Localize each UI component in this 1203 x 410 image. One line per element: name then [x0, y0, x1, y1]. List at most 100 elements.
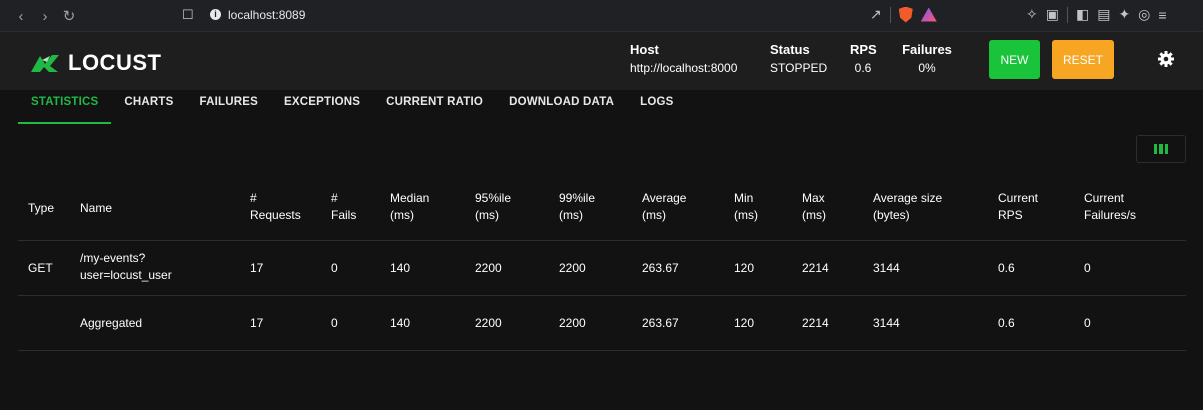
- header-min[interactable]: Min (ms): [734, 190, 758, 224]
- tab-download-data[interactable]: DOWNLOAD DATA: [496, 90, 627, 124]
- tab-charts[interactable]: CHARTS: [111, 90, 186, 124]
- cell-requests: 17: [250, 261, 264, 275]
- header-average[interactable]: Average (ms): [642, 190, 686, 224]
- tab-statistics[interactable]: STATISTICS: [18, 90, 112, 124]
- table-row-aggregated: Aggregated 17 0 140 2200 2200 263.67 120…: [18, 296, 1186, 351]
- view-columns-icon: [1154, 144, 1168, 154]
- header-label: RPS: [998, 208, 1023, 222]
- cell-average-size: 3144: [873, 316, 900, 330]
- brave-rewards-icon[interactable]: [920, 7, 937, 22]
- cell-current-failures: 0: [1084, 316, 1091, 330]
- status-value: STOPPED: [770, 61, 828, 75]
- header-max[interactable]: Max (ms): [802, 190, 826, 224]
- name-line: /my-events?: [80, 251, 146, 265]
- header-label: Fails: [331, 208, 357, 222]
- header-label: Average: [642, 191, 687, 205]
- tab-failures[interactable]: FAILURES: [187, 90, 271, 124]
- header-requests[interactable]: # Requests: [250, 190, 301, 224]
- logo-text: LOCUST: [68, 50, 162, 75]
- locust-logo-icon: [31, 55, 59, 72]
- share-icon[interactable]: ↗: [870, 6, 882, 23]
- settings-gear-icon[interactable]: [1158, 51, 1174, 67]
- forward-icon[interactable]: ›: [34, 5, 56, 27]
- cell-min: 120: [734, 316, 755, 330]
- divider: [889, 6, 891, 23]
- extensions-icon[interactable]: ✧: [1026, 6, 1038, 23]
- header-label: Average size: [873, 191, 943, 205]
- header-label: Failures/s: [1084, 208, 1137, 222]
- cell-fails: 0: [331, 261, 338, 275]
- header-label: #: [250, 191, 257, 205]
- table-row: GET /my-events? user=locust_user 17 0 140…: [18, 241, 1186, 296]
- header-label: #: [331, 191, 338, 205]
- header-p99[interactable]: 99%ile (ms): [559, 190, 595, 224]
- header-label: Name: [80, 201, 113, 215]
- screenshot-icon[interactable]: ▣: [1046, 6, 1059, 23]
- header-label: 95%ile: [475, 191, 512, 205]
- app-header: LOCUST Host http://localhost:8000 Status…: [0, 32, 1203, 90]
- cell-current-rps: 0.6: [998, 261, 1015, 275]
- locust-logo[interactable]: LOCUST: [30, 50, 161, 76]
- cell-max: 2214: [802, 316, 829, 330]
- cell-name: Aggregated: [80, 316, 143, 330]
- cell-average-size: 3144: [873, 261, 900, 275]
- header-p95[interactable]: 95%ile (ms): [475, 190, 511, 224]
- browser-nav: ‹ › ↻: [10, 5, 80, 27]
- cell-median: 140: [390, 261, 411, 275]
- rps-label: RPS: [850, 42, 877, 57]
- cell-median: 140: [390, 316, 411, 330]
- host-value: http://localhost:8000: [630, 61, 738, 75]
- cell-type: GET: [28, 261, 53, 275]
- header-label: (ms): [802, 208, 826, 222]
- tab-exceptions[interactable]: EXCEPTIONS: [271, 90, 373, 124]
- cell-p99: 2200: [559, 316, 586, 330]
- header-type[interactable]: Type: [28, 200, 54, 217]
- reload-icon[interactable]: ↻: [58, 5, 80, 27]
- failures-value: 0%: [918, 61, 936, 75]
- header-label: (ms): [642, 208, 666, 222]
- tab-logs[interactable]: LOGS: [627, 90, 686, 124]
- header-fails[interactable]: # Fails: [331, 190, 356, 224]
- header-name[interactable]: Name: [80, 200, 112, 217]
- cell-requests: 17: [250, 316, 264, 330]
- header-current-rps[interactable]: Current RPS: [998, 190, 1038, 224]
- wallet-icon[interactable]: ▤: [1097, 6, 1110, 23]
- host-info: Host http://localhost:8000: [630, 42, 737, 75]
- tab-current-ratio[interactable]: CURRENT RATIO: [373, 90, 496, 124]
- cell-current-rps: 0.6: [998, 316, 1015, 330]
- brave-shield-icon[interactable]: [898, 6, 913, 23]
- reset-button[interactable]: RESET: [1052, 40, 1114, 79]
- cell-p99: 2200: [559, 261, 586, 275]
- browser-extensions: ✧ ▣ ◧ ▤ ✦ ◎ ≡: [1026, 6, 1167, 23]
- header-label: Type: [28, 201, 55, 215]
- header-label: (bytes): [873, 208, 910, 222]
- failures-info: Failures 0%: [898, 42, 956, 75]
- address-actions: ↗: [870, 6, 937, 23]
- header-label: (ms): [734, 208, 758, 222]
- name-line: user=locust_user: [80, 268, 172, 282]
- menu-icon[interactable]: ≡: [1158, 7, 1166, 23]
- cell-min: 120: [734, 261, 755, 275]
- site-info-icon[interactable]: i: [210, 9, 221, 20]
- sidebar-icon[interactable]: ◧: [1076, 6, 1089, 23]
- header-label: Current: [1084, 191, 1125, 205]
- new-test-button[interactable]: NEW: [989, 40, 1040, 79]
- back-icon[interactable]: ‹: [10, 5, 32, 27]
- status-label: Status: [770, 42, 810, 57]
- table-header-row: Type Name # Requests # Fails Median (ms) 95…: [18, 177, 1186, 241]
- header-median[interactable]: Median (ms): [390, 190, 429, 224]
- cell-max: 2214: [802, 261, 829, 275]
- bookmark-icon[interactable]: ☐: [182, 7, 194, 23]
- address-bar[interactable]: localhost:8089: [228, 8, 305, 22]
- vpn-icon[interactable]: ◎: [1138, 6, 1150, 23]
- notification-badge: [931, 7, 937, 13]
- cell-p95: 2200: [475, 316, 502, 330]
- tab-bar: STATISTICS CHARTS FAILURES EXCEPTIONS CU…: [18, 90, 686, 124]
- header-average-size[interactable]: Average size (bytes): [873, 190, 942, 224]
- failures-label: Failures: [902, 42, 952, 57]
- header-current-failures[interactable]: Current Failures/s: [1084, 190, 1136, 224]
- leo-icon[interactable]: ✦: [1118, 6, 1130, 23]
- header-label: 99%ile: [559, 191, 596, 205]
- column-selector-button[interactable]: [1136, 135, 1186, 163]
- header-label: Current: [998, 191, 1039, 205]
